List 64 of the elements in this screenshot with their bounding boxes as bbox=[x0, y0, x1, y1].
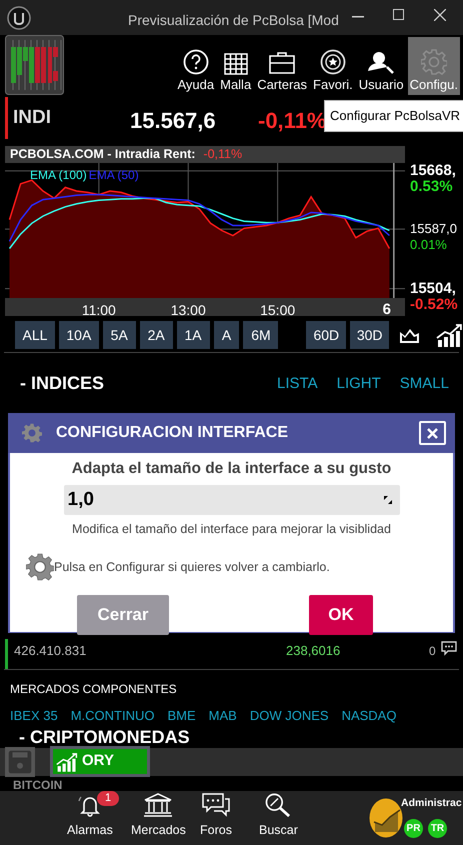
market-link[interactable]: MAB bbox=[208, 706, 237, 726]
period-button[interactable]: ALL bbox=[15, 321, 55, 349]
index-value: 238,6016 bbox=[286, 642, 340, 660]
nav-button[interactable]: Mercados bbox=[131, 793, 186, 840]
view-link[interactable]: LISTA bbox=[277, 372, 318, 396]
symbol-label: INDI bbox=[13, 106, 51, 130]
toolbar-button[interactable]: Carteras bbox=[255, 37, 310, 95]
change-axis-label: 0.01% bbox=[410, 237, 448, 254]
time-axis-label: 15:00 bbox=[260, 301, 296, 320]
chart-title: PCBOLSA.COM - Intradia Rent: bbox=[10, 146, 196, 164]
time-axis-label: 11:00 bbox=[82, 301, 116, 320]
user-badge: TR bbox=[428, 819, 447, 838]
toolbar-button[interactable]: Favori. bbox=[311, 37, 355, 95]
period-button[interactable]: 6M bbox=[243, 321, 278, 349]
nav-button[interactable]: Foros bbox=[200, 793, 232, 840]
legend-label: EMA (100) bbox=[30, 169, 87, 181]
period-button[interactable]: 60D bbox=[306, 321, 346, 349]
user-badge: PR bbox=[404, 819, 423, 838]
tooltip: Configurar PcBolsaVR bbox=[324, 100, 463, 132]
toolbar-button[interactable]: Usuario bbox=[356, 37, 406, 95]
change-axis-label: -0.52% bbox=[410, 296, 458, 313]
dialog-heading: Adapta el tamaño de la interface a su gusto bbox=[72, 459, 392, 479]
price-value: 15.567,6 bbox=[130, 107, 216, 135]
user-name: Administrac bbox=[401, 796, 462, 811]
section-title: - CRIPTOMONEDAS bbox=[19, 727, 190, 747]
window-title: Previsualización de PcBolsa [Mod bbox=[128, 11, 339, 30]
time-axis-label: 13:00 bbox=[170, 301, 206, 320]
price-axis-label: 15668, bbox=[410, 162, 456, 179]
nav-button[interactable]: Buscar bbox=[259, 793, 298, 840]
dialog-button[interactable]: OK bbox=[309, 595, 373, 635]
help-text: Modifica el tamaño del interface para mejorar la visiblidad bbox=[72, 521, 391, 538]
change-value: -0,11% bbox=[258, 107, 326, 135]
section-title: - INDICES bbox=[20, 372, 104, 394]
scale-field[interactable]: 1,0 bbox=[64, 485, 400, 516]
day-marker: 6 bbox=[382, 300, 391, 320]
quick-button[interactable]: ORY bbox=[50, 746, 150, 777]
period-button[interactable]: 30D bbox=[350, 321, 390, 349]
notification-badge: 1 bbox=[97, 791, 119, 806]
period-button[interactable]: 1A bbox=[176, 321, 210, 349]
price-axis-label: 15504, bbox=[410, 280, 457, 297]
volume-value: 426.410.831 bbox=[14, 642, 86, 660]
change-axis-label: 0.53% bbox=[410, 178, 454, 195]
toolbar-button[interactable]: Malla bbox=[218, 37, 254, 95]
note-text: Pulsa en Configurar si quieres volver a cambiarlo. bbox=[54, 558, 330, 576]
market-link[interactable]: BME bbox=[167, 706, 196, 726]
period-button[interactable]: 10A bbox=[58, 321, 99, 349]
market-link[interactable]: DOW JONES bbox=[250, 706, 329, 726]
market-link[interactable]: M.CONTINUO bbox=[70, 706, 154, 726]
view-link[interactable]: SMALL bbox=[400, 372, 449, 396]
dialog-title: CONFIGURACION INTERFACE bbox=[56, 423, 288, 443]
market-link[interactable]: IBEX 35 bbox=[10, 706, 58, 726]
period-button[interactable]: 2A bbox=[140, 321, 173, 349]
market-link[interactable]: NASDAQ bbox=[342, 706, 396, 726]
price-axis-label: 15587,0 bbox=[410, 221, 457, 238]
period-button[interactable]: A bbox=[214, 321, 240, 349]
rent-value: -0,11% bbox=[203, 146, 242, 164]
comment-count: 0 bbox=[429, 643, 436, 660]
period-button[interactable]: 5A bbox=[102, 321, 136, 349]
view-link[interactable]: LIGHT bbox=[336, 372, 381, 396]
toolbar-button[interactable]: Ayuda bbox=[175, 37, 216, 95]
crypto-name: BITCOIN bbox=[13, 777, 62, 794]
components-title: MERCADOS COMPONENTES bbox=[10, 682, 177, 696]
legend-label: EMA (50) bbox=[88, 169, 139, 181]
toolbar-button[interactable]: Configu. bbox=[408, 37, 460, 95]
